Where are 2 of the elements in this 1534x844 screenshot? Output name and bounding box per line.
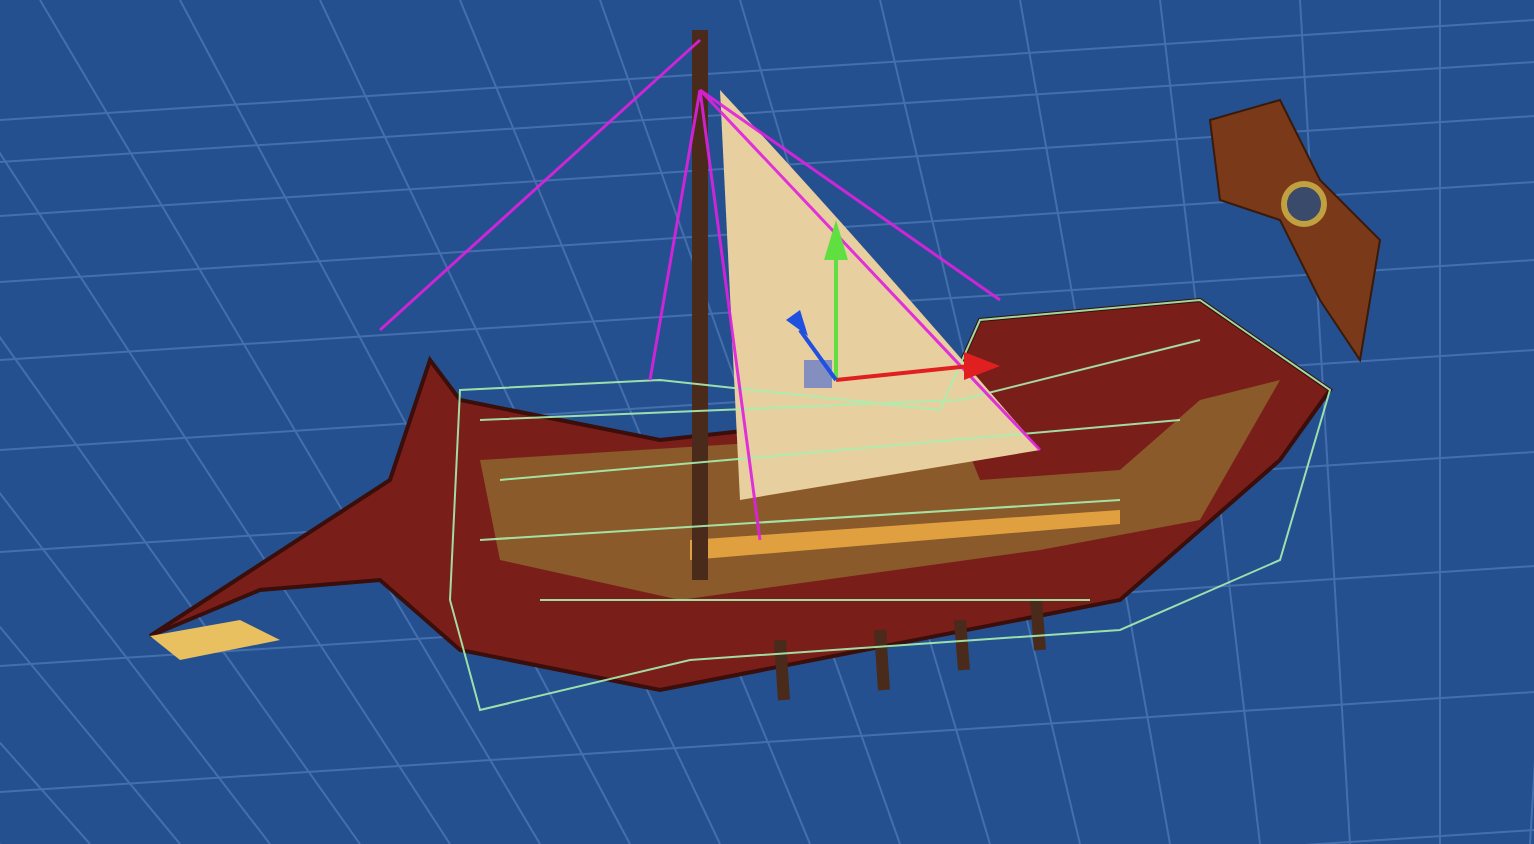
ship-drawing[interactable] (148, 30, 1382, 712)
move-gizmo-icon[interactable] (786, 220, 1000, 388)
